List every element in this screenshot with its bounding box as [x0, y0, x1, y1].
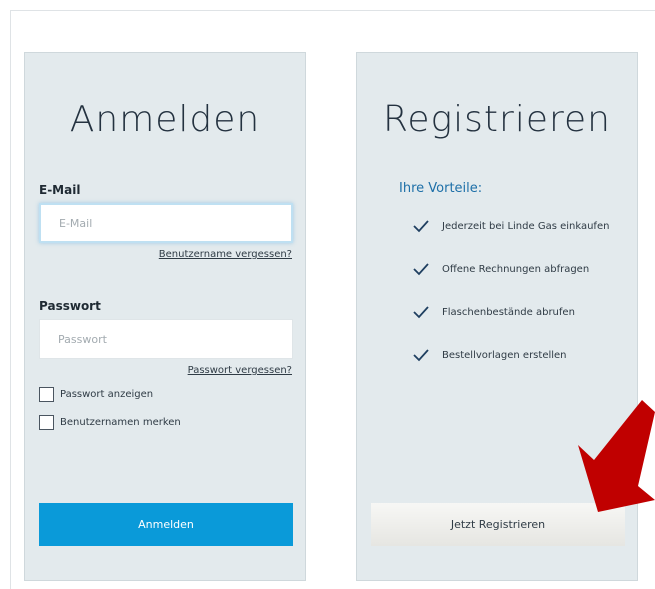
- show-password-label: Passwort anzeigen: [60, 389, 154, 400]
- benefit-item: Bestellvorlagen erstellen: [412, 348, 567, 362]
- password-input[interactable]: [39, 319, 293, 359]
- benefit-text: Jederzeit bei Linde Gas einkaufen: [442, 220, 610, 232]
- login-button[interactable]: Anmelden: [39, 503, 293, 546]
- login-panel: Anmelden E-Mail Benutzername vergessen? …: [24, 52, 306, 581]
- forgot-password-link[interactable]: Passwort vergessen?: [188, 365, 292, 376]
- checkmark-icon: [413, 220, 429, 233]
- email-label: E-Mail: [39, 183, 81, 197]
- forgot-username-link[interactable]: Benutzername vergessen?: [159, 249, 292, 260]
- benefit-item: Jederzeit bei Linde Gas einkaufen: [412, 219, 609, 233]
- benefit-text: Offene Rechnungen abfragen: [442, 263, 590, 275]
- benefit-item: Flaschenbestände abrufen: [412, 305, 575, 319]
- benefits-heading: Ihre Vorteile:: [399, 181, 483, 196]
- checkmark-icon: [413, 263, 429, 276]
- benefit-item: Offene Rechnungen abfragen: [412, 262, 589, 276]
- remember-username-row[interactable]: Benutzernamen merken: [39, 415, 181, 430]
- page-frame-left: [10, 10, 11, 589]
- email-input[interactable]: [39, 203, 293, 243]
- show-password-row[interactable]: Passwort anzeigen: [39, 387, 153, 402]
- register-title: Registrieren: [383, 99, 611, 140]
- red-arrow-icon: [578, 400, 655, 512]
- remember-username-label: Benutzernamen merken: [60, 417, 181, 428]
- show-password-checkbox[interactable]: [39, 387, 54, 402]
- page-frame-top: [10, 10, 655, 11]
- benefit-text: Flaschenbestände abrufen: [442, 306, 575, 318]
- checkmark-icon: [413, 306, 429, 319]
- password-label: Passwort: [39, 299, 101, 313]
- benefit-text: Bestellvorlagen erstellen: [442, 349, 567, 361]
- remember-username-checkbox[interactable]: [39, 415, 54, 430]
- checkmark-icon: [413, 349, 429, 362]
- login-title: Anmelden: [69, 99, 261, 140]
